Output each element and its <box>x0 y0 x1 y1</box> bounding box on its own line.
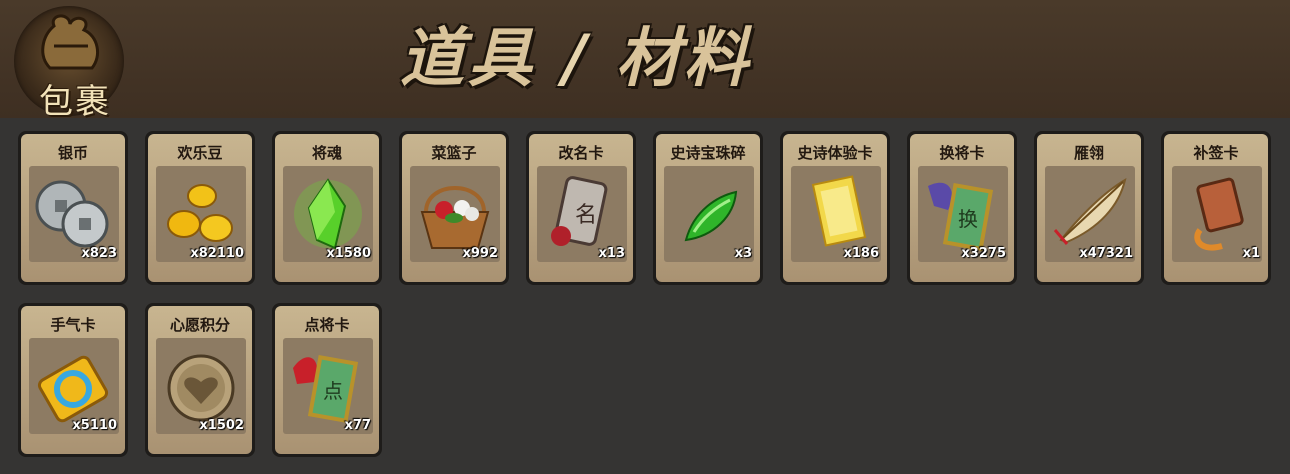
item-name: 点将卡 <box>304 316 350 334</box>
item-grid: 银币 x823 欢乐豆 x82110 将魂 x1580 菜篮子 x992 改名卡… <box>0 0 1290 474</box>
svg-text:名: 名 <box>575 203 597 228</box>
item-card-swap-general-card[interactable]: 换将卡 换 x3275 <box>907 131 1017 285</box>
item-card-epic-trial-card[interactable]: 史诗体验卡 x186 <box>780 131 890 285</box>
item-name: 换将卡 <box>939 144 985 162</box>
item-name: 史诗宝珠碎 <box>670 144 746 162</box>
item-card-pick-general-card[interactable]: 点将卡 点 x77 <box>272 303 382 457</box>
item-count: x47321 <box>1079 246 1133 261</box>
item-count: x13 <box>598 246 625 261</box>
item-card-general-soul[interactable]: 将魂 x1580 <box>272 131 382 285</box>
item-name: 雁翎 <box>1073 144 1104 162</box>
item-count: x3275 <box>961 246 1006 261</box>
item-name: 将魂 <box>311 144 342 162</box>
item-count: x3 <box>734 246 752 261</box>
item-count: x186 <box>843 246 879 261</box>
item-name: 心愿积分 <box>169 316 230 334</box>
item-count: x77 <box>344 418 371 433</box>
item-card-wish-points[interactable]: 心愿积分 x1502 <box>145 303 255 457</box>
item-count: x823 <box>81 246 117 261</box>
item-count: x1580 <box>326 246 371 261</box>
item-card-luck-card[interactable]: 手气卡 x5110 <box>18 303 128 457</box>
item-card-rename-card[interactable]: 改名卡 名 x13 <box>526 131 636 285</box>
item-name: 史诗体验卡 <box>797 144 873 162</box>
item-name: 手气卡 <box>50 316 96 334</box>
item-name: 改名卡 <box>558 144 604 162</box>
item-card-makeup-sign-card[interactable]: 补签卡 x1 <box>1161 131 1271 285</box>
item-name: 补签卡 <box>1193 144 1239 162</box>
item-name: 欢乐豆 <box>177 144 223 162</box>
item-card-silver-coin[interactable]: 银币 x823 <box>18 131 128 285</box>
item-card-goose-feather[interactable]: 雁翎 x47321 <box>1034 131 1144 285</box>
item-count: x1 <box>1242 246 1260 261</box>
item-count: x5110 <box>72 418 117 433</box>
item-count: x992 <box>462 246 498 261</box>
svg-text:点: 点 <box>323 379 343 403</box>
item-card-happy-beans[interactable]: 欢乐豆 x82110 <box>145 131 255 285</box>
svg-text:换: 换 <box>958 207 978 231</box>
item-card-vegetable-basket[interactable]: 菜篮子 x992 <box>399 131 509 285</box>
item-count: x82110 <box>190 246 244 261</box>
item-count: x1502 <box>199 418 244 433</box>
item-card-epic-orb-shard[interactable]: 史诗宝珠碎 x3 <box>653 131 763 285</box>
item-name: 银币 <box>57 144 88 162</box>
item-name: 菜篮子 <box>431 144 477 162</box>
